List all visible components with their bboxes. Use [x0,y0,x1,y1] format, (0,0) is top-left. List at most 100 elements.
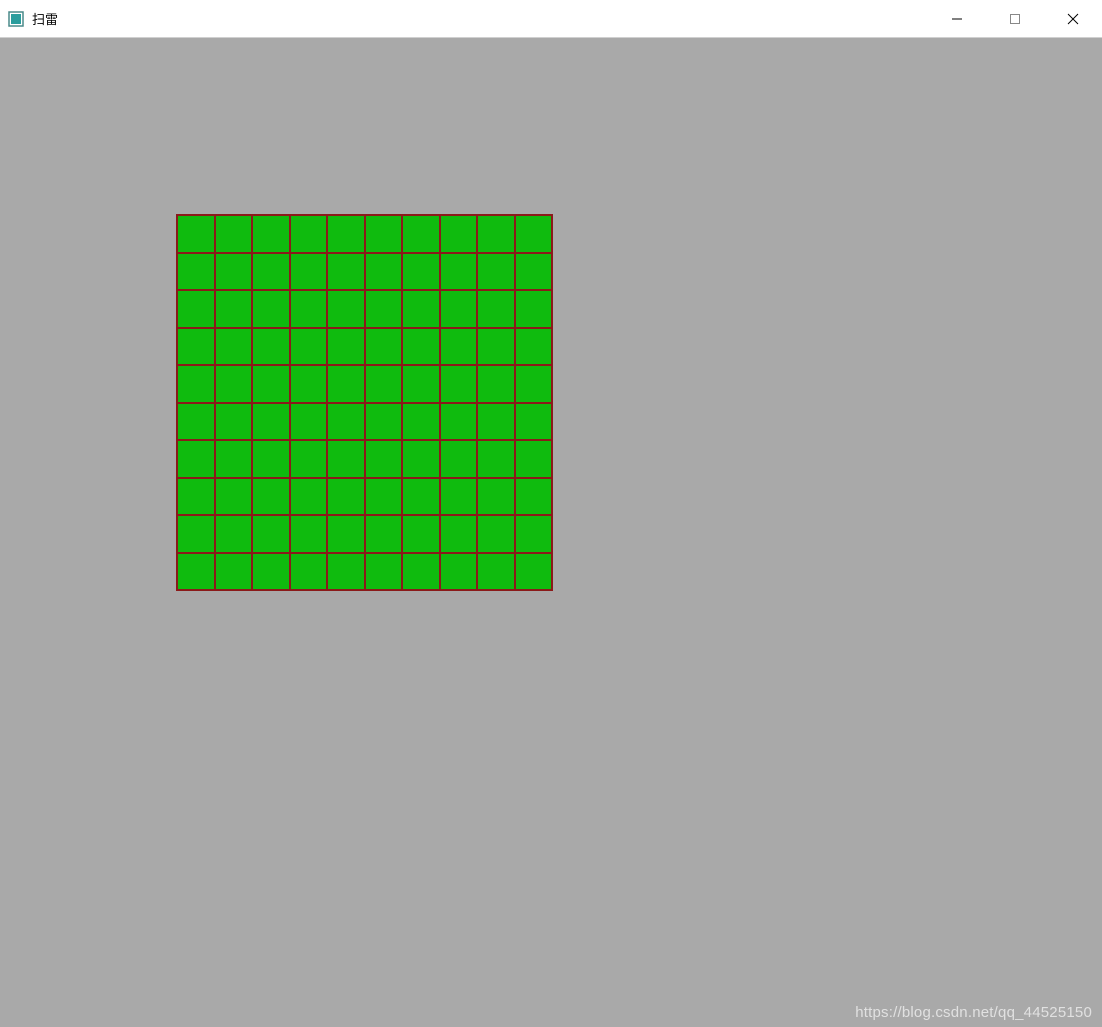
grid-cell[interactable] [402,328,440,366]
grid-cell[interactable] [515,478,553,516]
grid-cell[interactable] [177,478,215,516]
grid-cell[interactable] [215,290,253,328]
grid-cell[interactable] [290,328,328,366]
grid-cell[interactable] [440,290,478,328]
grid-cell[interactable] [402,290,440,328]
grid-cell[interactable] [327,290,365,328]
grid-cell[interactable] [515,253,553,291]
grid-cell[interactable] [365,478,403,516]
grid-cell[interactable] [177,440,215,478]
grid-cell[interactable] [215,365,253,403]
grid-cell[interactable] [177,365,215,403]
grid-cell[interactable] [252,365,290,403]
grid-cell[interactable] [290,515,328,553]
grid-cell[interactable] [215,440,253,478]
grid-cell[interactable] [327,515,365,553]
grid-cell[interactable] [440,328,478,366]
grid-cell[interactable] [177,253,215,291]
grid-cell[interactable] [252,478,290,516]
grid-cell[interactable] [365,215,403,253]
grid-cell[interactable] [177,515,215,553]
grid-cell[interactable] [252,328,290,366]
grid-cell[interactable] [402,440,440,478]
grid-cell[interactable] [252,290,290,328]
grid-cell[interactable] [440,215,478,253]
grid-cell[interactable] [440,403,478,441]
grid-cell[interactable] [477,215,515,253]
minimize-button[interactable] [928,0,986,37]
grid-cell[interactable] [327,440,365,478]
grid-cell[interactable] [327,215,365,253]
grid-cell[interactable] [177,215,215,253]
grid-cell[interactable] [177,403,215,441]
grid-cell[interactable] [477,290,515,328]
grid-cell[interactable] [215,328,253,366]
grid-cell[interactable] [290,403,328,441]
grid-cell[interactable] [215,478,253,516]
grid-cell[interactable] [290,215,328,253]
grid-cell[interactable] [402,553,440,591]
grid-cell[interactable] [515,403,553,441]
grid-cell[interactable] [290,553,328,591]
grid-cell[interactable] [290,290,328,328]
grid-cell[interactable] [290,365,328,403]
grid-cell[interactable] [177,328,215,366]
grid-cell[interactable] [515,290,553,328]
grid-cell[interactable] [440,478,478,516]
grid-cell[interactable] [402,403,440,441]
grid-cell[interactable] [290,478,328,516]
grid-cell[interactable] [177,290,215,328]
grid-cell[interactable] [515,365,553,403]
grid-cell[interactable] [477,515,515,553]
grid-cell[interactable] [252,253,290,291]
grid-cell[interactable] [327,365,365,403]
grid-cell[interactable] [252,215,290,253]
grid-cell[interactable] [515,553,553,591]
close-button[interactable] [1044,0,1102,37]
grid-cell[interactable] [477,403,515,441]
grid-cell[interactable] [402,215,440,253]
grid-cell[interactable] [402,253,440,291]
grid-cell[interactable] [515,440,553,478]
grid-cell[interactable] [515,328,553,366]
grid-cell[interactable] [252,403,290,441]
grid-cell[interactable] [365,515,403,553]
grid-cell[interactable] [365,365,403,403]
grid-cell[interactable] [477,553,515,591]
grid-cell[interactable] [440,515,478,553]
grid-cell[interactable] [252,553,290,591]
grid-cell[interactable] [327,328,365,366]
grid-cell[interactable] [252,440,290,478]
grid-cell[interactable] [365,253,403,291]
grid-cell[interactable] [402,515,440,553]
grid-cell[interactable] [290,440,328,478]
grid-cell[interactable] [477,253,515,291]
grid-cell[interactable] [365,440,403,478]
grid-cell[interactable] [327,253,365,291]
grid-cell[interactable] [177,553,215,591]
grid-cell[interactable] [440,365,478,403]
grid-cell[interactable] [440,253,478,291]
grid-cell[interactable] [215,515,253,553]
grid-cell[interactable] [515,515,553,553]
grid-cell[interactable] [440,440,478,478]
grid-cell[interactable] [477,365,515,403]
grid-cell[interactable] [402,478,440,516]
grid-cell[interactable] [327,403,365,441]
grid-cell[interactable] [252,515,290,553]
grid-cell[interactable] [365,328,403,366]
grid-cell[interactable] [477,328,515,366]
grid-cell[interactable] [215,553,253,591]
grid-cell[interactable] [515,215,553,253]
grid-cell[interactable] [477,478,515,516]
maximize-button[interactable] [986,0,1044,37]
grid-cell[interactable] [215,403,253,441]
grid-cell[interactable] [365,403,403,441]
grid-cell[interactable] [440,553,478,591]
grid-cell[interactable] [477,440,515,478]
grid-cell[interactable] [215,253,253,291]
grid-cell[interactable] [365,290,403,328]
grid-cell[interactable] [215,215,253,253]
grid-cell[interactable] [365,553,403,591]
grid-cell[interactable] [402,365,440,403]
